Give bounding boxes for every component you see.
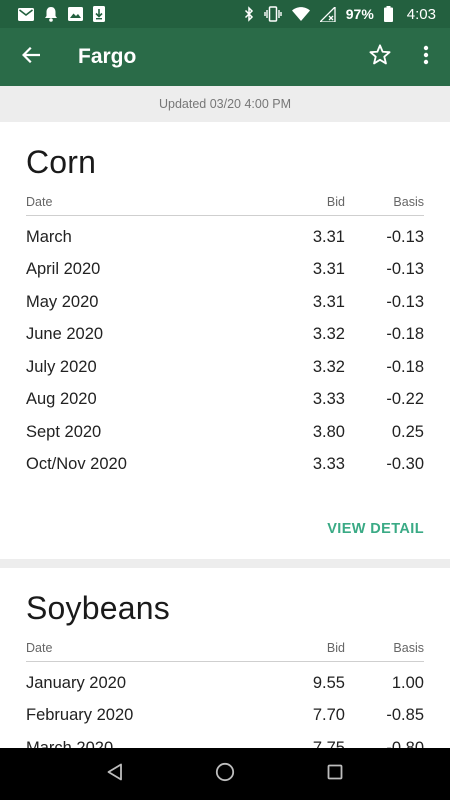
row-date: Aug 2020 [26, 390, 97, 409]
row-basis: -0.18 [386, 357, 424, 376]
table-header: Date Bid Basis [26, 194, 424, 216]
row-bid: 7.70 [312, 706, 345, 725]
row-date: Sept 2020 [26, 422, 102, 441]
scroll-content[interactable]: Updated 03/20 4:00 PM Corn Date Bid Basi… [0, 86, 450, 748]
table-row: January 2020 9.55 1.00 [26, 667, 424, 700]
row-date: June 2020 [26, 325, 104, 344]
table-row: March 2020 7.75 -0.80 [26, 732, 424, 748]
column-header-bid: Bid [326, 641, 345, 655]
table-row: Sept 2020 3.80 0.25 [26, 416, 424, 449]
row-basis: -0.18 [386, 325, 424, 344]
card-title-soybeans: Soybeans [26, 590, 170, 626]
row-bid: 3.32 [312, 325, 345, 344]
updated-timestamp: Updated 03/20 4:00 PM [0, 86, 450, 122]
back-triangle-icon [107, 763, 123, 786]
row-basis: -0.80 [386, 738, 424, 748]
row-basis: -0.13 [386, 292, 424, 311]
view-detail-button[interactable]: VIEW DETAIL [327, 521, 424, 537]
battery-icon [383, 6, 393, 22]
row-bid: 3.33 [312, 455, 345, 474]
soybeans-card: Soybeans Date Bid Basis January 2020 9.5… [0, 568, 450, 748]
column-header-basis: Basis [393, 195, 424, 209]
download-icon [93, 6, 105, 22]
row-date: February 2020 [26, 706, 134, 725]
column-header-date: Date [26, 641, 53, 655]
row-date: July 2020 [26, 357, 97, 376]
home-circle-icon [215, 762, 235, 787]
mail-icon [18, 7, 34, 21]
no-signal-icon [319, 6, 336, 22]
row-date: May 2020 [26, 292, 99, 311]
more-vertical-icon [423, 45, 429, 70]
notification-bell-icon [44, 6, 58, 22]
vibrate-icon [264, 6, 282, 22]
row-basis: 0.25 [391, 422, 424, 441]
image-icon [68, 7, 83, 21]
table-row: February 2020 7.70 -0.85 [26, 700, 424, 733]
nav-back-button[interactable] [85, 748, 145, 800]
table-row: Oct/Nov 2020 3.33 -0.30 [26, 449, 424, 482]
table-header: Date Bid Basis [26, 640, 424, 662]
page-title: Fargo [78, 45, 137, 68]
row-bid: 3.31 [312, 292, 345, 311]
nav-home-button[interactable] [195, 748, 255, 800]
row-bid: 3.31 [312, 260, 345, 279]
row-date: March [26, 227, 72, 246]
system-nav-bar [0, 748, 450, 800]
table-row: July 2020 3.32 -0.18 [26, 351, 424, 384]
row-basis: -0.13 [386, 227, 424, 246]
row-date: April 2020 [26, 260, 101, 279]
arrow-left-icon [21, 46, 41, 68]
status-right-icons: 97% 4:03 [244, 6, 436, 23]
soybeans-rows: January 2020 9.55 1.00 February 2020 7.7… [26, 662, 424, 748]
nav-recents-button[interactable] [305, 748, 365, 800]
app-bar: Fargo [0, 28, 450, 86]
table-row: March 3.31 -0.13 [26, 221, 424, 254]
row-date: March 2020 [26, 738, 114, 748]
favorite-button[interactable] [358, 28, 402, 86]
row-date: Oct/Nov 2020 [26, 455, 127, 474]
row-bid: 9.55 [312, 673, 345, 692]
column-header-bid: Bid [326, 195, 345, 209]
row-date: January 2020 [26, 673, 126, 692]
table-row: Aug 2020 3.33 -0.22 [26, 384, 424, 417]
column-header-date: Date [26, 195, 53, 209]
star-outline-icon [369, 44, 391, 70]
wifi-icon [291, 7, 310, 21]
recents-square-icon [327, 764, 343, 785]
table-row: June 2020 3.32 -0.18 [26, 319, 424, 352]
corn-rows: March 3.31 -0.13 April 2020 3.31 -0.13 M… [26, 216, 424, 481]
back-button[interactable] [0, 28, 62, 86]
row-bid: 7.75 [312, 738, 345, 748]
row-bid: 3.80 [312, 422, 345, 441]
status-time: 4:03 [406, 5, 436, 23]
column-header-basis: Basis [393, 641, 424, 655]
bluetooth-icon [244, 6, 254, 22]
overflow-menu-button[interactable] [404, 28, 448, 86]
card-title-corn: Corn [26, 144, 97, 180]
status-left-icons [18, 6, 105, 22]
detail-row: VIEW DETAIL [26, 481, 424, 559]
row-basis: 1.00 [391, 673, 424, 692]
row-bid: 3.33 [312, 390, 345, 409]
row-basis: -0.22 [386, 390, 424, 409]
row-bid: 3.32 [312, 357, 345, 376]
status-bar: 97% 4:03 [0, 0, 450, 28]
row-basis: -0.85 [386, 706, 424, 725]
row-bid: 3.31 [312, 227, 345, 246]
row-basis: -0.30 [386, 455, 424, 474]
table-row: May 2020 3.31 -0.13 [26, 286, 424, 319]
battery-percent: 97% [345, 6, 374, 22]
table-row: April 2020 3.31 -0.13 [26, 254, 424, 287]
row-basis: -0.13 [386, 260, 424, 279]
corn-card: Corn Date Bid Basis March 3.31 -0.13 Apr… [0, 122, 450, 559]
